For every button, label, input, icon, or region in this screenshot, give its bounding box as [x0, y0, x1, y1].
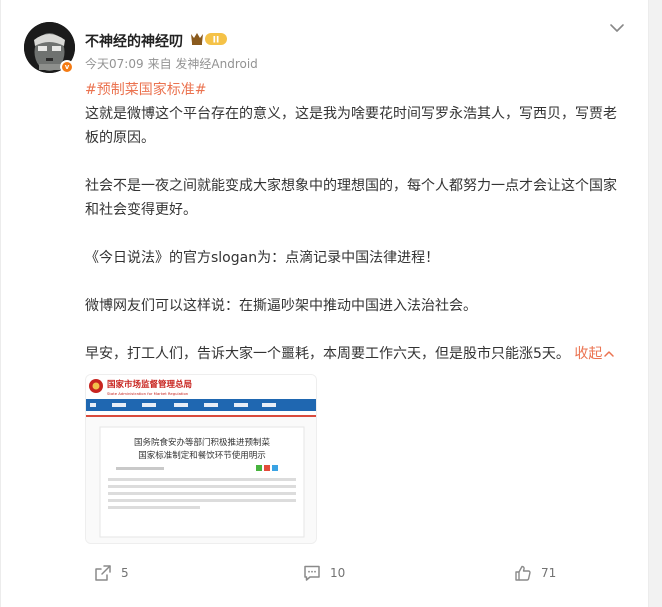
- site-name-en: State Administration for Market Regulati…: [107, 391, 189, 396]
- page-background-strip: [649, 0, 662, 607]
- paragraph: 《今日说法》的官方slogan为：点滴记录中国法律进程！: [85, 250, 440, 266]
- repost-count: 5: [121, 566, 129, 580]
- site-name: 国家市场监督管理总局: [107, 379, 192, 390]
- thumbs-up-icon: [515, 565, 531, 581]
- paragraph: 早安，打工人们，告诉大家一个噩耗，本周要工作六天，但是股市只能涨5天。: [85, 346, 570, 362]
- comment-button[interactable]: 10: [303, 564, 345, 582]
- comment-count: 10: [330, 566, 346, 580]
- repost-button[interactable]: 5: [94, 564, 129, 582]
- paragraph: 这就是微博这个平台存在的意义，这是我为啥要花时间写罗永浩其人，写西贝，写贾老板的…: [85, 106, 617, 146]
- share-weibo-icon: [264, 465, 270, 471]
- comment-icon: [304, 565, 320, 581]
- share-wechat-icon: [256, 465, 262, 471]
- hashtag-link[interactable]: #预制菜国家标准#: [85, 82, 206, 98]
- like-button[interactable]: 71: [514, 564, 556, 582]
- paragraph: 微博网友们可以这样说：在撕逼吵架中推动中国进入法治社会。: [85, 298, 477, 314]
- badge-level: II: [213, 36, 220, 46]
- post-time[interactable]: 今天07:09: [85, 57, 144, 71]
- share-icon: [95, 565, 111, 581]
- collapse-label: 收起: [574, 346, 603, 362]
- collapse-button[interactable]: 收起: [574, 346, 615, 362]
- username[interactable]: 不神经的神经叨: [85, 31, 183, 51]
- post-content: #预制菜国家标准# 这就是微博这个平台存在的意义，这是我为啥要花时间写罗永浩其人…: [85, 78, 625, 366]
- verified-badge: v: [60, 60, 74, 74]
- post-image[interactable]: 国家市场监督管理总局 State Administration for Mark…: [85, 374, 317, 544]
- verified-mark: v: [64, 62, 70, 71]
- chevron-up-icon: [604, 351, 615, 357]
- like-count: 71: [541, 566, 557, 580]
- paragraph: 社会不是一夜之间就能变成大家想象中的理想国的，每个人都努力一点才会让这个国家和社…: [85, 178, 617, 218]
- image-headline-1: 国务院食安办等部门积极推进预制菜: [134, 437, 271, 448]
- chevron-down-icon[interactable]: [607, 20, 627, 34]
- post-source: 来自 发神经Android: [147, 57, 258, 71]
- fan-level-badge[interactable]: II: [189, 31, 229, 47]
- weibo-post-card: v 不神经的神经叨 II 今天07:09 来自 发神经Android #预制菜国家…: [0, 0, 649, 607]
- image-headline-2: 国家标准制定和餐饮环节使用明示: [138, 450, 266, 461]
- post-meta: 今天07:09 来自 发神经Android: [85, 55, 262, 72]
- action-bar: 5 10 71: [1, 560, 650, 590]
